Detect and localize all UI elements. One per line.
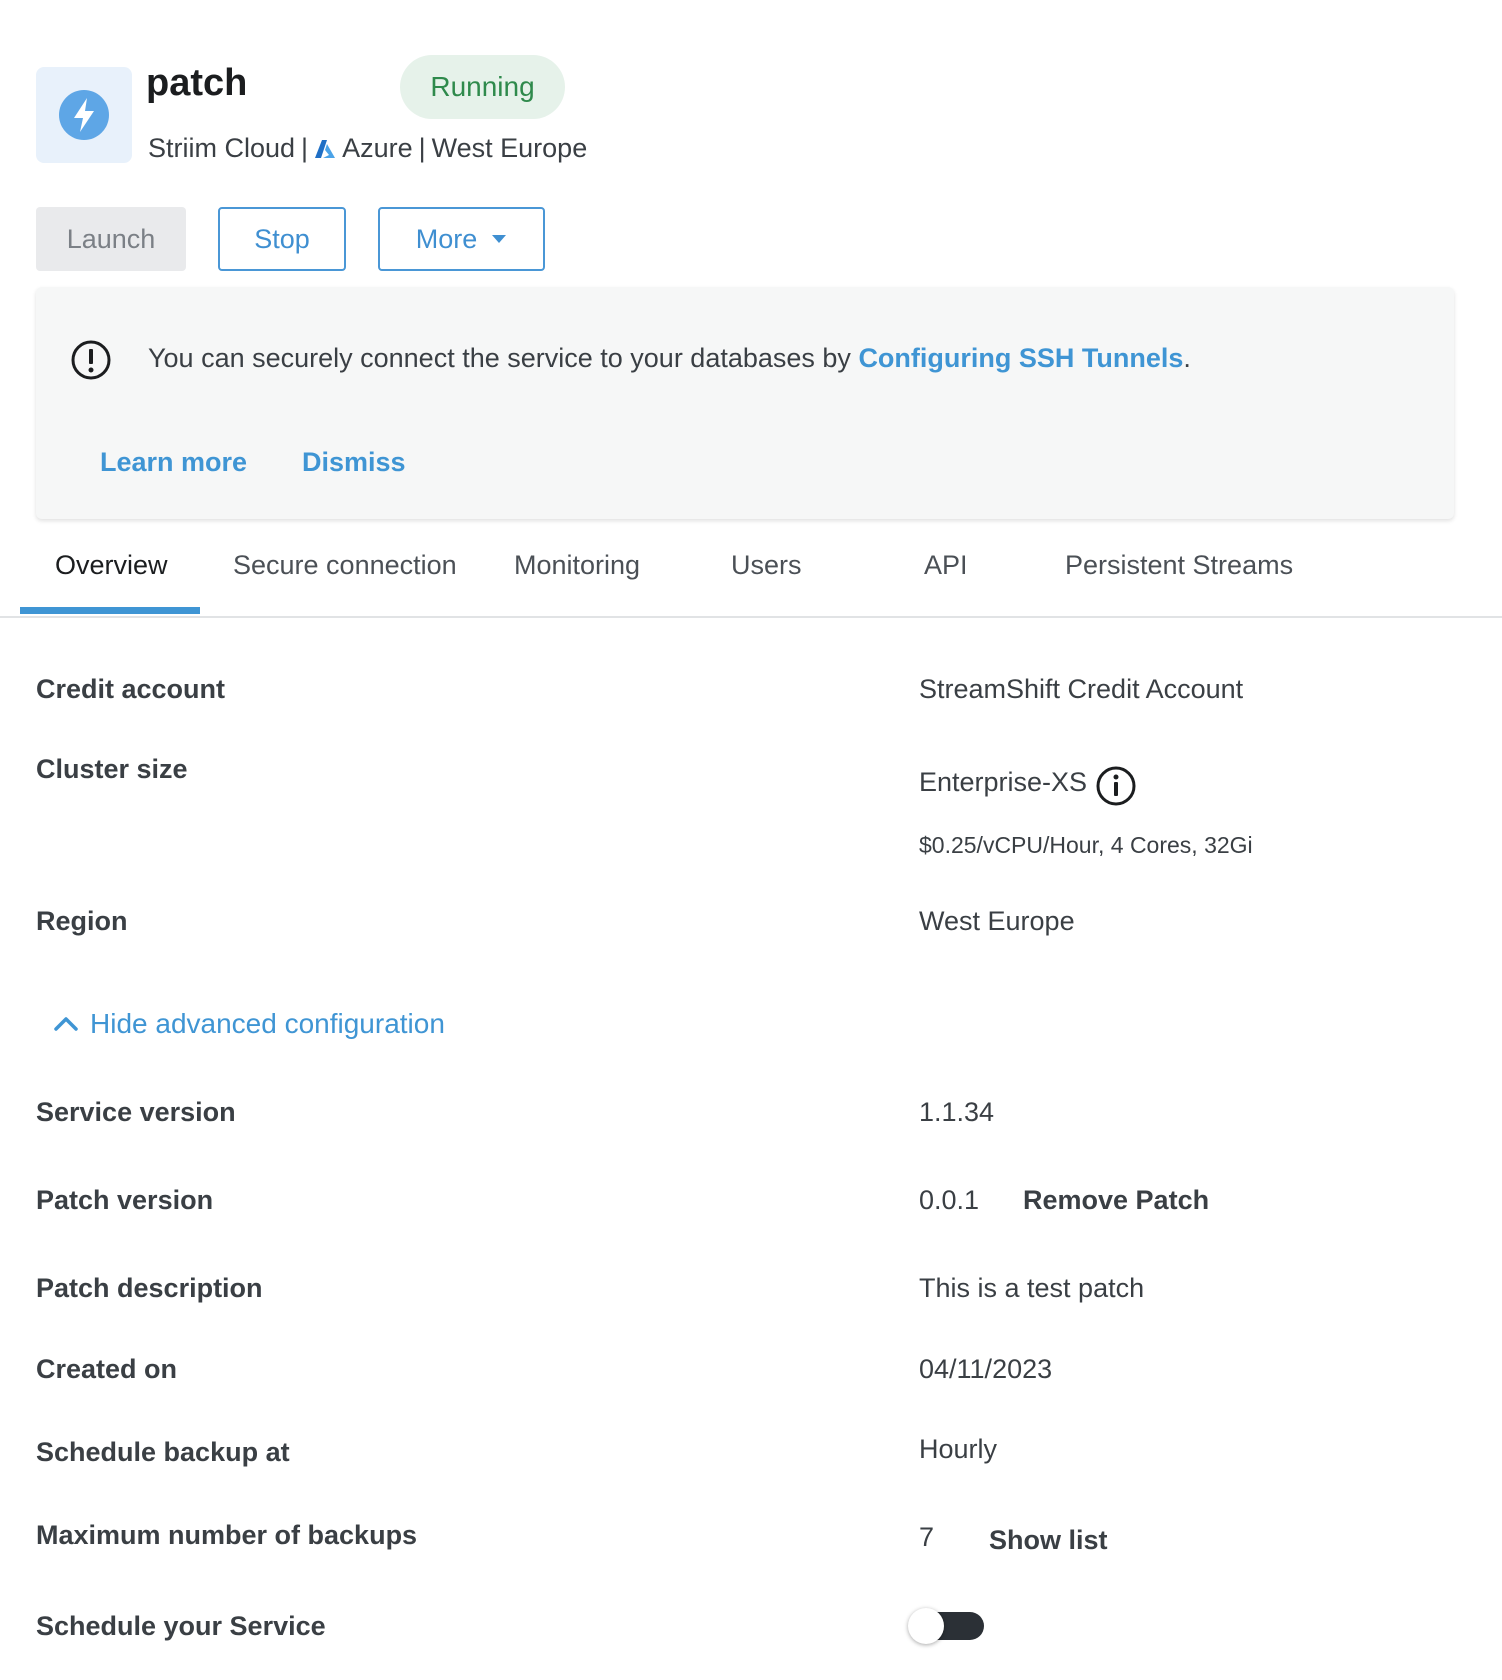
cloud-label: Azure (342, 133, 413, 163)
created-on-label: Created on (36, 1354, 178, 1384)
banner-message-text: You can securely connect the service to … (148, 343, 859, 373)
info-icon[interactable] (1095, 765, 1137, 807)
patch-description-value: This is a test patch (919, 1273, 1145, 1303)
banner-message-suffix: . (1183, 343, 1191, 373)
tab-persistent-streams[interactable]: Persistent Streams (1065, 550, 1293, 581)
stop-button-label: Stop (254, 223, 310, 254)
ssh-tunnel-banner: You can securely connect the service to … (36, 287, 1454, 519)
stop-button[interactable]: Stop (218, 207, 346, 271)
schedule-backup-value: Hourly (919, 1434, 998, 1464)
tab-users[interactable]: Users (731, 550, 802, 581)
active-tab-indicator (20, 607, 200, 614)
credit-account-label: Credit account (36, 674, 226, 704)
launch-button-label: Launch (66, 223, 156, 254)
region-row-label: Region (36, 906, 128, 936)
credit-account-value: StreamShift Credit Account (919, 674, 1244, 704)
hide-advanced-configuration-label: Hide advanced configuration (90, 1008, 445, 1039)
tab-api[interactable]: API (924, 550, 968, 581)
show-list-link[interactable]: Show list (989, 1525, 1108, 1556)
max-backups-value: 7 (919, 1522, 935, 1552)
region-label: West Europe (431, 133, 588, 163)
service-title: patch (146, 62, 248, 104)
cluster-pricing: $0.25/vCPU/Hour, 4 Cores, 32Gi (919, 832, 1253, 858)
separator: | (418, 133, 426, 163)
launch-button[interactable]: Launch (36, 207, 186, 271)
service-version-label: Service version (36, 1097, 236, 1127)
banner-message: You can securely connect the service to … (148, 343, 1191, 374)
patch-version-value: 0.0.1 (919, 1185, 980, 1215)
platform-label: Striim Cloud (148, 133, 296, 163)
chevron-up-icon (54, 1017, 78, 1031)
tab-monitoring[interactable]: Monitoring (514, 550, 640, 581)
schedule-service-label: Schedule your Service (36, 1611, 326, 1641)
region-row-value: West Europe (919, 906, 1075, 936)
learn-more-link[interactable]: Learn more (100, 447, 247, 478)
more-button-label: More (415, 223, 478, 254)
cluster-size-label: Cluster size (36, 754, 188, 784)
toggle-knob (908, 1608, 944, 1644)
tab-overview[interactable]: Overview (55, 550, 168, 581)
dismiss-button[interactable]: Dismiss (302, 447, 406, 478)
created-on-value: 04/11/2023 (919, 1354, 1053, 1384)
hide-advanced-configuration-toggle[interactable]: Hide advanced configuration (54, 1008, 445, 1040)
lightning-bolt-icon (59, 90, 109, 140)
tab-secure-connection[interactable]: Secure connection (233, 550, 457, 581)
remove-patch-link[interactable]: Remove Patch (1023, 1185, 1209, 1216)
schedule-service-toggle[interactable] (908, 1608, 986, 1644)
configure-ssh-tunnels-link[interactable]: Configuring SSH Tunnels (858, 343, 1183, 373)
separator: | (301, 133, 309, 163)
more-button[interactable]: More (378, 207, 545, 271)
exclamation-circle-icon (71, 340, 111, 380)
cluster-size-value: Enterprise-XS (919, 767, 1088, 797)
service-version-value: 1.1.34 (919, 1097, 995, 1127)
status-badge: Running (400, 55, 565, 119)
patch-description-label: Patch description (36, 1273, 263, 1303)
max-backups-label: Maximum number of backups (36, 1520, 418, 1550)
caret-down-icon (492, 235, 507, 243)
schedule-backup-label: Schedule backup at (36, 1437, 290, 1467)
patch-version-label: Patch version (36, 1185, 214, 1215)
service-icon-tile (36, 67, 132, 163)
service-subtitle: Striim Cloud | Azure | West Europe (148, 133, 587, 164)
azure-logo-icon (315, 139, 336, 158)
tab-bar: Overview Secure connection Monitoring Us… (0, 530, 1502, 618)
